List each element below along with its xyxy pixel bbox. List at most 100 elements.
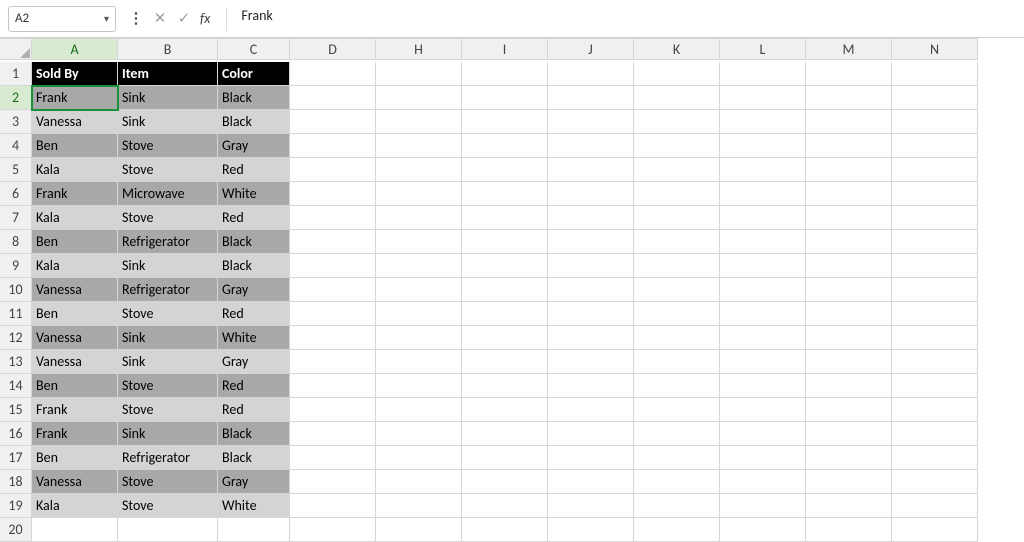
cell-B17[interactable]: Refrigerator <box>118 446 218 470</box>
cell-H7[interactable] <box>376 206 462 230</box>
cell-K15[interactable] <box>634 398 720 422</box>
cell-B11[interactable]: Stove <box>118 302 218 326</box>
cell-A15[interactable]: Frank <box>32 398 118 422</box>
cell-M2[interactable] <box>806 86 892 110</box>
cell-J14[interactable] <box>548 374 634 398</box>
cell-H8[interactable] <box>376 230 462 254</box>
cell-C13[interactable]: Gray <box>218 350 290 374</box>
cell-H4[interactable] <box>376 134 462 158</box>
cell-H16[interactable] <box>376 422 462 446</box>
cell-K16[interactable] <box>634 422 720 446</box>
row-header-6[interactable]: 6 <box>0 182 32 206</box>
cell-N9[interactable] <box>892 254 978 278</box>
column-header-L[interactable]: L <box>720 38 806 60</box>
cell-I19[interactable] <box>462 494 548 518</box>
cell-N16[interactable] <box>892 422 978 446</box>
cell-N18[interactable] <box>892 470 978 494</box>
cell-J5[interactable] <box>548 158 634 182</box>
cell-C11[interactable]: Red <box>218 302 290 326</box>
cell-D12[interactable] <box>290 326 376 350</box>
cell-A9[interactable]: Kala <box>32 254 118 278</box>
row-header-12[interactable]: 12 <box>0 326 32 350</box>
cell-N6[interactable] <box>892 182 978 206</box>
cell-D6[interactable] <box>290 182 376 206</box>
column-header-A[interactable]: A <box>32 38 118 60</box>
cell-J20[interactable] <box>548 518 634 542</box>
row-header-2[interactable]: 2 <box>0 86 32 110</box>
cell-L13[interactable] <box>720 350 806 374</box>
cell-A8[interactable]: Ben <box>32 230 118 254</box>
check-icon[interactable]: ✓ <box>176 9 192 28</box>
cell-C8[interactable]: Black <box>218 230 290 254</box>
cell-K3[interactable] <box>634 110 720 134</box>
row-header-18[interactable]: 18 <box>0 470 32 494</box>
cell-D16[interactable] <box>290 422 376 446</box>
cell-K6[interactable] <box>634 182 720 206</box>
cell-K17[interactable] <box>634 446 720 470</box>
row-header-11[interactable]: 11 <box>0 302 32 326</box>
cell-C15[interactable]: Red <box>218 398 290 422</box>
cell-B7[interactable]: Stove <box>118 206 218 230</box>
cell-L6[interactable] <box>720 182 806 206</box>
cell-M14[interactable] <box>806 374 892 398</box>
cell-I16[interactable] <box>462 422 548 446</box>
row-header-9[interactable]: 9 <box>0 254 32 278</box>
column-header-N[interactable]: N <box>892 38 978 60</box>
cell-L8[interactable] <box>720 230 806 254</box>
cell-B10[interactable]: Refrigerator <box>118 278 218 302</box>
cell-L4[interactable] <box>720 134 806 158</box>
cell-I20[interactable] <box>462 518 548 542</box>
row-header-16[interactable]: 16 <box>0 422 32 446</box>
cell-L12[interactable] <box>720 326 806 350</box>
cell-D2[interactable] <box>290 86 376 110</box>
cell-I18[interactable] <box>462 470 548 494</box>
cell-M15[interactable] <box>806 398 892 422</box>
row-header-15[interactable]: 15 <box>0 398 32 422</box>
cell-L15[interactable] <box>720 398 806 422</box>
cell-D14[interactable] <box>290 374 376 398</box>
cell-J9[interactable] <box>548 254 634 278</box>
cell-A14[interactable]: Ben <box>32 374 118 398</box>
cell-D9[interactable] <box>290 254 376 278</box>
cell-N12[interactable] <box>892 326 978 350</box>
cell-C20[interactable] <box>218 518 290 542</box>
cell-N10[interactable] <box>892 278 978 302</box>
cell-J16[interactable] <box>548 422 634 446</box>
row-header-7[interactable]: 7 <box>0 206 32 230</box>
cell-L9[interactable] <box>720 254 806 278</box>
cell-I14[interactable] <box>462 374 548 398</box>
cell-N8[interactable] <box>892 230 978 254</box>
cell-C14[interactable]: Red <box>218 374 290 398</box>
cell-J12[interactable] <box>548 326 634 350</box>
cell-A13[interactable]: Vanessa <box>32 350 118 374</box>
cell-L3[interactable] <box>720 110 806 134</box>
fx-icon[interactable]: fx <box>200 10 210 27</box>
cell-K4[interactable] <box>634 134 720 158</box>
column-header-H[interactable]: H <box>376 38 462 60</box>
cell-A4[interactable]: Ben <box>32 134 118 158</box>
cell-N14[interactable] <box>892 374 978 398</box>
cell-I15[interactable] <box>462 398 548 422</box>
cell-C3[interactable]: Black <box>218 110 290 134</box>
select-all-corner[interactable] <box>0 38 32 60</box>
cell-H11[interactable] <box>376 302 462 326</box>
cell-I12[interactable] <box>462 326 548 350</box>
cell-A6[interactable]: Frank <box>32 182 118 206</box>
cell-C16[interactable]: Black <box>218 422 290 446</box>
cell-C19[interactable]: White <box>218 494 290 518</box>
cell-H3[interactable] <box>376 110 462 134</box>
cell-J2[interactable] <box>548 86 634 110</box>
column-header-J[interactable]: J <box>548 38 634 60</box>
cell-A18[interactable]: Vanessa <box>32 470 118 494</box>
cell-N3[interactable] <box>892 110 978 134</box>
more-icon[interactable]: ⋮ <box>128 9 144 28</box>
cell-J13[interactable] <box>548 350 634 374</box>
cell-B20[interactable] <box>118 518 218 542</box>
cell-B13[interactable]: Sink <box>118 350 218 374</box>
cell-D5[interactable] <box>290 158 376 182</box>
cell-N2[interactable] <box>892 86 978 110</box>
cancel-icon[interactable]: ✕ <box>152 9 168 28</box>
cell-J7[interactable] <box>548 206 634 230</box>
column-header-D[interactable]: D <box>290 38 376 60</box>
cell-C6[interactable]: White <box>218 182 290 206</box>
